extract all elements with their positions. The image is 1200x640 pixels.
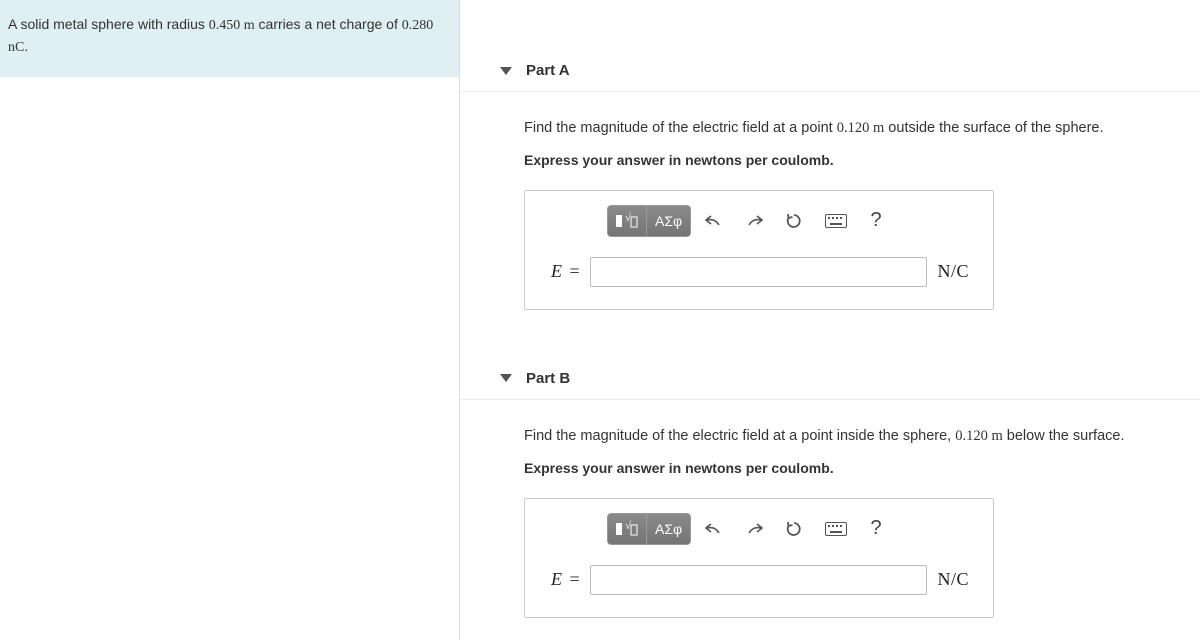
part-a-header[interactable]: Part A [460, 50, 1200, 92]
prompt-value: 0.120 m [955, 428, 1003, 444]
part-b: Part B Find the magnitude of the electri… [460, 358, 1200, 628]
units-label: N/C [937, 261, 969, 282]
part-b-body: Find the magnitude of the electric field… [460, 400, 1200, 628]
part-a-body: Find the magnitude of the electric field… [460, 92, 1200, 358]
equation-toolbar: √ ΑΣφ ? [607, 205, 969, 237]
problem-radius: 0.450 m [209, 18, 255, 33]
symbols-button[interactable]: ΑΣφ [647, 205, 691, 237]
part-a-label: Part A [526, 62, 570, 79]
problem-text: A solid metal sphere with radius [8, 16, 209, 32]
prompt-value: 0.120 m [837, 120, 885, 136]
units-label: N/C [937, 569, 969, 590]
equation-toolbar: √ ΑΣφ ? [607, 513, 969, 545]
prompt-before: Find the magnitude of the electric field… [524, 120, 837, 136]
answer-row: E = N/C [551, 257, 969, 287]
help-button[interactable]: ? [861, 205, 891, 237]
prompt-after: outside the surface of the sphere. [884, 120, 1103, 136]
problem-statement: A solid metal sphere with radius 0.450 m… [0, 0, 459, 77]
answer-row: E = N/C [551, 565, 969, 595]
caret-down-icon [500, 67, 512, 75]
redo-button[interactable] [737, 513, 771, 545]
part-b-instruction: Express your answer in newtons per coulo… [524, 460, 1160, 476]
format-group: √ ΑΣφ [607, 513, 691, 545]
part-a-answer-box: √ ΑΣφ ? [524, 190, 994, 310]
part-b-prompt: Find the magnitude of the electric field… [524, 426, 1160, 448]
reset-button[interactable] [777, 205, 811, 237]
templates-button[interactable]: √ [607, 205, 647, 237]
lhs-label: E = [551, 569, 580, 590]
problem-mid: carries a net charge of [255, 16, 402, 32]
prompt-after: below the surface. [1003, 428, 1125, 444]
part-b-label: Part B [526, 370, 570, 387]
part-b-header[interactable]: Part B [460, 358, 1200, 400]
caret-down-icon [500, 374, 512, 382]
right-column: Part A Find the magnitude of the electri… [460, 0, 1200, 640]
help-button[interactable]: ? [861, 513, 891, 545]
redo-button[interactable] [737, 205, 771, 237]
reset-button[interactable] [777, 513, 811, 545]
keyboard-button[interactable] [817, 205, 855, 237]
problem-end: . [24, 38, 28, 54]
part-a: Part A Find the magnitude of the electri… [460, 50, 1200, 358]
lhs-label: E = [551, 261, 580, 282]
answer-input[interactable] [590, 257, 928, 287]
prompt-before: Find the magnitude of the electric field… [524, 428, 955, 444]
undo-button[interactable] [697, 513, 731, 545]
symbols-button[interactable]: ΑΣφ [647, 513, 691, 545]
part-a-prompt: Find the magnitude of the electric field… [524, 118, 1160, 140]
part-b-answer-box: √ ΑΣφ ? [524, 498, 994, 618]
format-group: √ ΑΣφ [607, 205, 691, 237]
keyboard-button[interactable] [817, 513, 855, 545]
part-a-instruction: Express your answer in newtons per coulo… [524, 152, 1160, 168]
left-column: A solid metal sphere with radius 0.450 m… [0, 0, 460, 640]
undo-button[interactable] [697, 205, 731, 237]
templates-button[interactable]: √ [607, 513, 647, 545]
answer-input[interactable] [590, 565, 928, 595]
